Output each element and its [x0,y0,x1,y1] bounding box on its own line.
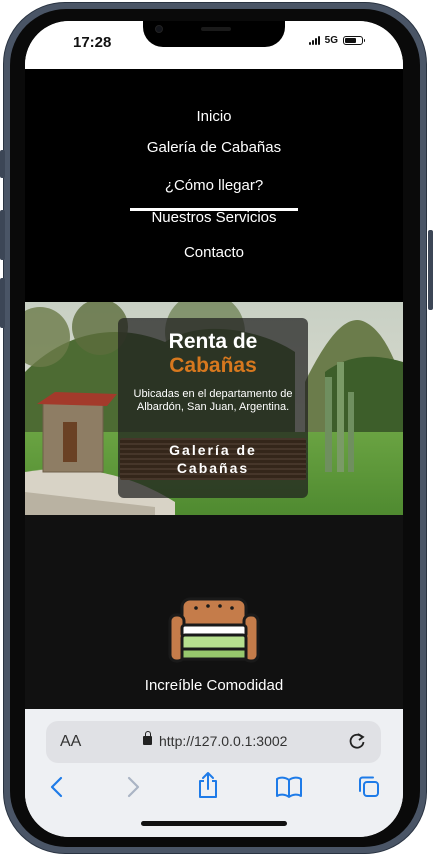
hero-title: Renta de [168,330,258,353]
hero-subtitle: Ubicadas en el departamento de Albardón,… [133,388,293,413]
nav-item-como-llegar[interactable]: ¿Cómo llegar? [25,177,403,194]
camera-icon [155,25,163,33]
network-type: 5G [324,35,338,46]
share-icon[interactable] [197,771,219,799]
nav-item-contacto[interactable]: Contacto [25,244,403,261]
status-time: 17:28 [73,34,112,51]
hero-title-accent: Cabañas [169,354,257,377]
mute-switch [0,150,5,178]
url-text: http://127.0.0.1:3002 [159,733,288,749]
home-indicator [141,821,287,826]
browser-toolbar: AA http://127.0.0.1:3002 [25,709,403,837]
feature-label: Increíble Comodidad [144,677,284,694]
speaker [201,27,231,31]
volume-up-button [0,210,5,260]
bookmarks-icon[interactable] [275,775,303,799]
gallery-button-label-line1: Galería de [169,442,257,458]
reader-settings-button[interactable]: AA [60,733,81,751]
bed-icon [168,597,260,663]
status-indicators: 5G [308,35,365,46]
notch [143,21,285,47]
hero-card: Renta de Cabañas Ubicadas en el departam… [118,318,308,498]
reload-icon[interactable] [347,731,367,751]
power-button [428,230,433,310]
battery-level [345,38,356,43]
back-icon[interactable] [47,775,69,799]
phone-screen: 17:28 5G Inicio Galería de Cabañas ¿Cómo… [25,21,403,837]
lock-icon [143,731,152,745]
features-section: Increíble Comodidad [25,515,403,709]
aa-label: AA [60,733,82,750]
nav-item-inicio[interactable]: Inicio [25,108,403,125]
gallery-button[interactable]: Galería de Cabañas [120,438,306,480]
volume-down-button [0,278,5,328]
nav-item-servicios[interactable]: Nuestros Servicios [25,209,403,226]
nav-item-galeria[interactable]: Galería de Cabañas [25,139,403,156]
tabs-icon[interactable] [356,775,382,799]
battery-icon [343,36,365,45]
hero-banner: Renta de Cabañas Ubicadas en el departam… [25,302,403,515]
signal-icon [308,36,320,45]
main-nav: Inicio Galería de Cabañas ¿Cómo llegar? … [25,69,403,302]
gallery-button-label-line2: Cabañas [176,460,250,476]
address-bar[interactable]: AA http://127.0.0.1:3002 [46,721,381,763]
forward-icon[interactable] [121,775,143,799]
